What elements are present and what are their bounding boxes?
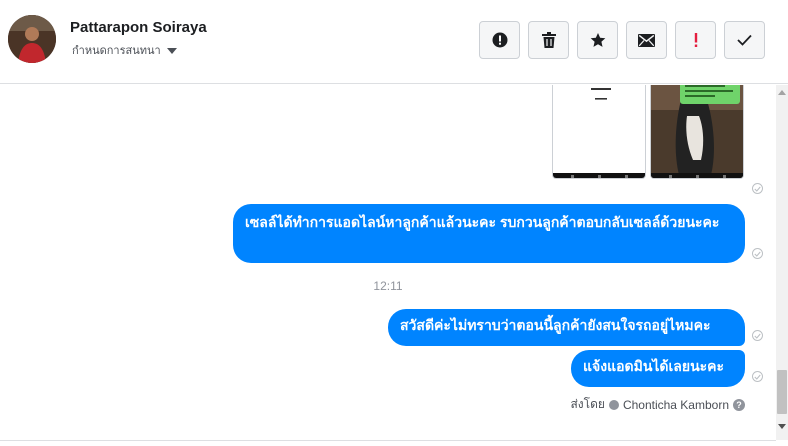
help-icon[interactable]: ? xyxy=(733,398,745,411)
scroll-down-arrow-icon[interactable] xyxy=(778,424,786,429)
message-thread[interactable]: เซลล์ได้ทำการแอดไลน์หาลูกค้าแล้วนะคะ รบก… xyxy=(0,85,776,440)
star-icon xyxy=(590,33,605,47)
checkmark-icon xyxy=(737,34,752,46)
verified-icon xyxy=(608,399,619,410)
delete-button[interactable] xyxy=(528,21,569,59)
caret-down-icon xyxy=(166,47,177,54)
scrollbar-thumb[interactable] xyxy=(777,370,787,414)
conversation-header: Pattarapon Soiraya กำหนดการสนทนา xyxy=(0,0,788,84)
seen-check-icon xyxy=(752,371,763,382)
sent-by-info: ส่งโดย Chonticha Kamborn ? xyxy=(570,395,745,414)
message-bubble[interactable]: แจ้งแอดมินได้เลยนะคะ xyxy=(571,350,745,387)
seen-check-icon xyxy=(752,183,763,194)
exclamation-icon xyxy=(694,33,697,47)
conversation-view: Pattarapon Soiraya กำหนดการสนทนา เซลล์ได… xyxy=(0,0,788,446)
toolbar xyxy=(479,21,765,59)
sender-name[interactable]: Chonticha Kamborn xyxy=(623,398,729,412)
priority-button[interactable] xyxy=(675,21,716,59)
seen-check-icon xyxy=(752,330,763,341)
mail-button[interactable] xyxy=(626,21,667,59)
conversation-options-dropdown[interactable]: กำหนดการสนทนา xyxy=(72,41,177,59)
contact-name[interactable]: Pattarapon Soiraya xyxy=(70,19,207,36)
attachment-image[interactable] xyxy=(552,85,646,179)
seen-check-icon xyxy=(752,248,763,259)
conversation-options-label: กำหนดการสนทนา xyxy=(72,45,161,57)
report-button[interactable] xyxy=(479,21,520,59)
message-bubble[interactable]: สวัสดีค่ะไม่ทราบว่าตอนนี้ลูกค้ายังสนใจรถ… xyxy=(388,309,745,346)
sent-by-label: ส่งโดย xyxy=(570,397,605,411)
attachment-image[interactable] xyxy=(650,85,744,179)
alert-circle-icon xyxy=(492,32,507,48)
scroll-up-arrow-icon[interactable] xyxy=(778,90,786,95)
message-timestamp: 12:11 xyxy=(373,279,403,293)
avatar[interactable] xyxy=(8,15,56,63)
scrollbar[interactable] xyxy=(776,85,788,440)
envelope-icon xyxy=(638,33,655,47)
message-bubble[interactable]: เซลล์ได้ทำการแอดไลน์หาลูกค้าแล้วนะคะ รบก… xyxy=(233,204,745,263)
trash-icon xyxy=(541,32,556,48)
star-button[interactable] xyxy=(577,21,618,59)
divider xyxy=(0,440,776,441)
done-button[interactable] xyxy=(724,21,765,59)
